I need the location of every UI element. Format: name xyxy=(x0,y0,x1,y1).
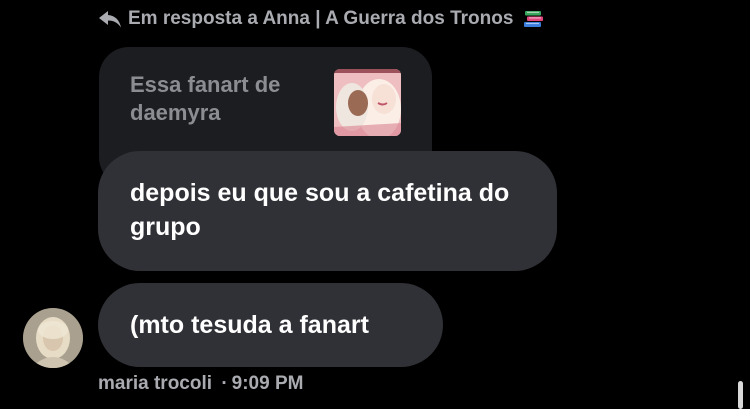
reply-header-text: Em resposta a Anna | A Guerra dos Tronos xyxy=(128,8,514,29)
message-meta: maria trocoli · 9:09 PM xyxy=(98,373,303,395)
message-text: (mto tesuda a fanart xyxy=(130,311,369,339)
reply-header[interactable]: Em resposta a Anna | A Guerra dos Tronos xyxy=(98,6,545,32)
meta-separator: · xyxy=(221,373,228,394)
quoted-message-text: Essa fanart de daemyra xyxy=(130,72,281,125)
reply-arrow-icon xyxy=(98,9,122,29)
sender-name[interactable]: maria trocoli xyxy=(98,373,212,394)
books-icon xyxy=(523,8,545,30)
avatar[interactable] xyxy=(23,308,83,368)
message-time: 9:09 PM xyxy=(231,373,304,394)
fanart-thumbnail[interactable] xyxy=(334,69,401,136)
message-bubble[interactable]: (mto tesuda a fanart xyxy=(98,283,443,367)
message-bubble[interactable]: depois eu que sou a cafetina do grupo xyxy=(98,151,557,271)
message-text: depois eu que sou a cafetina do grupo xyxy=(130,179,510,241)
scrollbar[interactable] xyxy=(738,381,743,409)
